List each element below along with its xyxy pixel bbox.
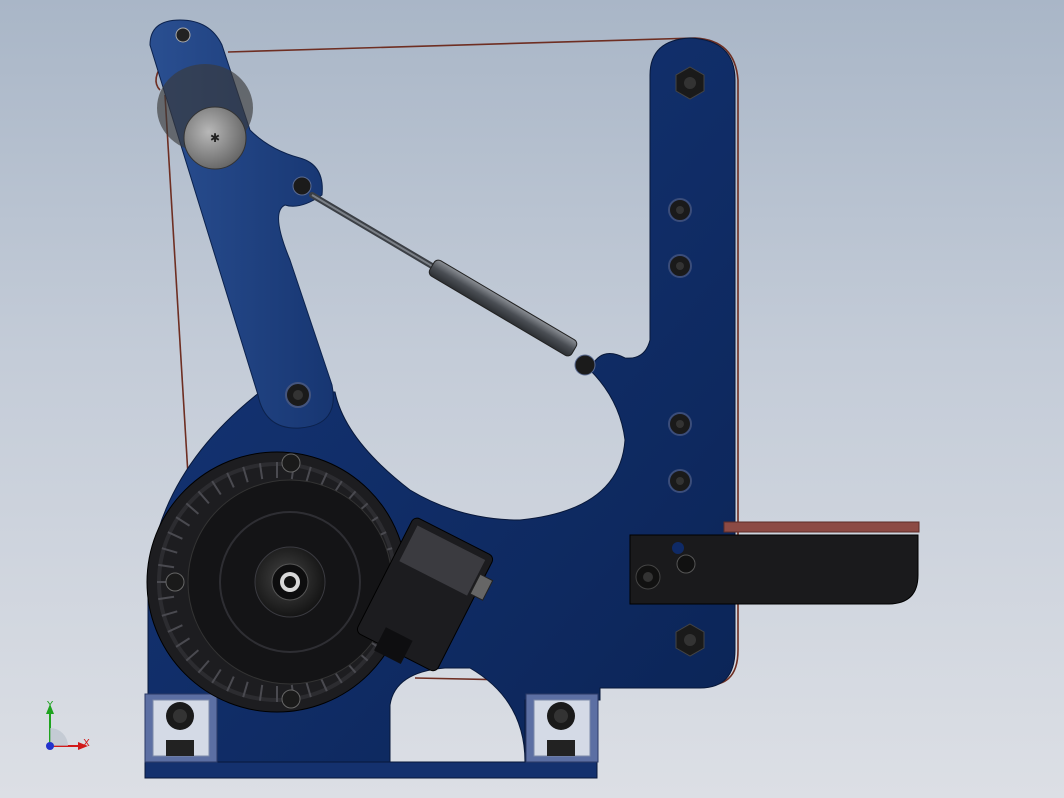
axis-triad: Y X: [46, 700, 90, 750]
arm-top-pivot: [175, 27, 191, 43]
gas-shock: [309, 192, 578, 357]
y-axis-label: Y: [46, 700, 54, 711]
cad-viewport[interactable]: ✱ Y X: [0, 0, 1064, 798]
motor-assembly: [146, 451, 408, 713]
origin-point: [46, 742, 54, 750]
right-foot-block: [525, 693, 599, 763]
x-axis-label: X: [83, 738, 90, 749]
motor-mount-bolt: [281, 453, 301, 473]
motor-mount-bolt: [281, 689, 301, 709]
shock-upper-pivot: [292, 176, 312, 196]
shock-lower-pivot: [574, 354, 596, 376]
motor-mount-bolt: [165, 572, 185, 592]
base-plate: [144, 761, 598, 779]
arm-pivot-bolt-socket: [293, 390, 303, 400]
tracking-wheel-mark: ✱: [210, 131, 220, 145]
left-foot-block: [144, 693, 218, 763]
